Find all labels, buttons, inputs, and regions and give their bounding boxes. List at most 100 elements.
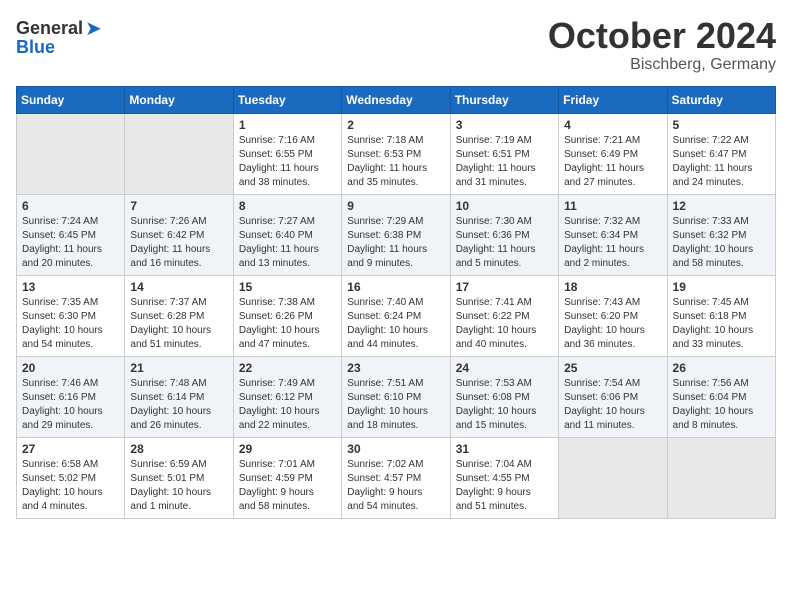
day-number: 17: [456, 280, 553, 294]
day-info: Sunrise: 7:18 AM Sunset: 6:53 PM Dayligh…: [347, 134, 444, 190]
calendar-cell: 22 Sunrise: 7:49 AM Sunset: 6:12 PM Dayli…: [233, 356, 341, 437]
day-number: 22: [239, 361, 336, 375]
day-number: 9: [347, 199, 444, 213]
day-info: Sunrise: 7:46 AM Sunset: 6:16 PM Dayligh…: [22, 377, 119, 433]
calendar-cell: 29 Sunrise: 7:01 AM Sunset: 4:59 PM Dayli…: [233, 437, 341, 518]
calendar-cell: 16 Sunrise: 7:40 AM Sunset: 6:24 PM Dayli…: [342, 275, 450, 356]
day-info: Sunrise: 7:45 AM Sunset: 6:18 PM Dayligh…: [673, 296, 770, 352]
calendar-week-row: 6 Sunrise: 7:24 AM Sunset: 6:45 PM Daylig…: [17, 194, 776, 275]
calendar-cell: 20 Sunrise: 7:46 AM Sunset: 6:16 PM Dayli…: [17, 356, 125, 437]
calendar-cell: 13 Sunrise: 7:35 AM Sunset: 6:30 PM Dayli…: [17, 275, 125, 356]
calendar-cell: 11Sunrise: 7:32 AM Sunset: 6:34 PM Dayli…: [559, 194, 667, 275]
day-number: 18: [564, 280, 661, 294]
calendar-cell: 15Sunrise: 7:38 AM Sunset: 6:26 PM Dayli…: [233, 275, 341, 356]
month-title: October 2024: [548, 16, 776, 56]
calendar-header-row: SundayMondayTuesdayWednesdayThursdayFrid…: [17, 86, 776, 113]
calendar-cell: [17, 113, 125, 194]
day-info: Sunrise: 7:35 AM Sunset: 6:30 PM Dayligh…: [22, 296, 119, 352]
day-info: Sunrise: 7:27 AM Sunset: 6:40 PM Dayligh…: [239, 215, 336, 271]
day-info: Sunrise: 7:02 AM Sunset: 4:57 PM Dayligh…: [347, 458, 444, 514]
day-number: 31: [456, 442, 553, 456]
day-number: 13: [22, 280, 119, 294]
day-number: 3: [456, 118, 553, 132]
day-number: 27: [22, 442, 119, 456]
weekday-header: Monday: [125, 86, 233, 113]
calendar-cell: 31 Sunrise: 7:04 AM Sunset: 4:55 PM Dayli…: [450, 437, 558, 518]
calendar-cell: 5Sunrise: 7:22 AM Sunset: 6:47 PM Daylig…: [667, 113, 775, 194]
day-info: Sunrise: 7:16 AM Sunset: 6:55 PM Dayligh…: [239, 134, 336, 190]
day-number: 25: [564, 361, 661, 375]
day-number: 30: [347, 442, 444, 456]
calendar-cell: 1Sunrise: 7:16 AM Sunset: 6:55 PM Daylig…: [233, 113, 341, 194]
weekday-header: Friday: [559, 86, 667, 113]
day-number: 16: [347, 280, 444, 294]
calendar-cell: 7Sunrise: 7:26 AM Sunset: 6:42 PM Daylig…: [125, 194, 233, 275]
logo-general: General: [16, 18, 83, 39]
day-number: 29: [239, 442, 336, 456]
calendar-cell: [125, 113, 233, 194]
day-info: Sunrise: 7:29 AM Sunset: 6:38 PM Dayligh…: [347, 215, 444, 271]
calendar-cell: 26Sunrise: 7:56 AM Sunset: 6:04 PM Dayli…: [667, 356, 775, 437]
day-info: Sunrise: 7:40 AM Sunset: 6:24 PM Dayligh…: [347, 296, 444, 352]
calendar-cell: 24 Sunrise: 7:53 AM Sunset: 6:08 PM Dayli…: [450, 356, 558, 437]
location: Bischberg, Germany: [548, 56, 776, 74]
day-info: Sunrise: 7:30 AM Sunset: 6:36 PM Dayligh…: [456, 215, 553, 271]
calendar-cell: 18 Sunrise: 7:43 AM Sunset: 6:20 PM Dayli…: [559, 275, 667, 356]
calendar-cell: 23 Sunrise: 7:51 AM Sunset: 6:10 PM Dayli…: [342, 356, 450, 437]
day-number: 8: [239, 199, 336, 213]
day-number: 7: [130, 199, 227, 213]
calendar-cell: [667, 437, 775, 518]
calendar-cell: 10 Sunrise: 7:30 AM Sunset: 6:36 PM Dayli…: [450, 194, 558, 275]
day-number: 23: [347, 361, 444, 375]
day-info: Sunrise: 7:32 AM Sunset: 6:34 PM Dayligh…: [564, 215, 661, 271]
day-info: Sunrise: 7:33 AM Sunset: 6:32 PM Dayligh…: [673, 215, 770, 271]
day-number: 14: [130, 280, 227, 294]
day-number: 2: [347, 118, 444, 132]
day-info: Sunrise: 7:24 AM Sunset: 6:45 PM Dayligh…: [22, 215, 119, 271]
calendar-cell: 4 Sunrise: 7:21 AM Sunset: 6:49 PM Daylig…: [559, 113, 667, 194]
logo-blue: Blue: [16, 37, 55, 58]
calendar-cell: [559, 437, 667, 518]
weekday-header: Thursday: [450, 86, 558, 113]
day-info: Sunrise: 6:58 AM Sunset: 5:02 PM Dayligh…: [22, 458, 119, 514]
day-info: Sunrise: 7:48 AM Sunset: 6:14 PM Dayligh…: [130, 377, 227, 433]
calendar-table: SundayMondayTuesdayWednesdayThursdayFrid…: [16, 86, 776, 519]
day-info: Sunrise: 7:41 AM Sunset: 6:22 PM Dayligh…: [456, 296, 553, 352]
day-number: 6: [22, 199, 119, 213]
day-info: Sunrise: 6:59 AM Sunset: 5:01 PM Dayligh…: [130, 458, 227, 514]
day-number: 21: [130, 361, 227, 375]
calendar-week-row: 13 Sunrise: 7:35 AM Sunset: 6:30 PM Dayli…: [17, 275, 776, 356]
day-number: 5: [673, 118, 770, 132]
calendar-cell: 25 Sunrise: 7:54 AM Sunset: 6:06 PM Dayli…: [559, 356, 667, 437]
weekday-header: Wednesday: [342, 86, 450, 113]
calendar-cell: 30 Sunrise: 7:02 AM Sunset: 4:57 PM Dayli…: [342, 437, 450, 518]
day-number: 28: [130, 442, 227, 456]
day-number: 10: [456, 199, 553, 213]
day-info: Sunrise: 7:54 AM Sunset: 6:06 PM Dayligh…: [564, 377, 661, 433]
calendar-cell: 2 Sunrise: 7:18 AM Sunset: 6:53 PM Daylig…: [342, 113, 450, 194]
day-info: Sunrise: 7:04 AM Sunset: 4:55 PM Dayligh…: [456, 458, 553, 514]
page-header: General ➤ Blue October 2024 Bischberg, G…: [16, 16, 776, 74]
calendar-cell: 3Sunrise: 7:19 AM Sunset: 6:51 PM Daylig…: [450, 113, 558, 194]
calendar-cell: 27 Sunrise: 6:58 AM Sunset: 5:02 PM Dayli…: [17, 437, 125, 518]
calendar-cell: 21 Sunrise: 7:48 AM Sunset: 6:14 PM Dayli…: [125, 356, 233, 437]
day-number: 20: [22, 361, 119, 375]
logo: General ➤ Blue: [16, 16, 102, 58]
day-info: Sunrise: 7:37 AM Sunset: 6:28 PM Dayligh…: [130, 296, 227, 352]
logo-bird-icon: ➤: [85, 16, 102, 41]
calendar-cell: 17 Sunrise: 7:41 AM Sunset: 6:22 PM Dayli…: [450, 275, 558, 356]
day-info: Sunrise: 7:51 AM Sunset: 6:10 PM Dayligh…: [347, 377, 444, 433]
day-info: Sunrise: 7:21 AM Sunset: 6:49 PM Dayligh…: [564, 134, 661, 190]
day-info: Sunrise: 7:01 AM Sunset: 4:59 PM Dayligh…: [239, 458, 336, 514]
day-info: Sunrise: 7:43 AM Sunset: 6:20 PM Dayligh…: [564, 296, 661, 352]
calendar-week-row: 27 Sunrise: 6:58 AM Sunset: 5:02 PM Dayli…: [17, 437, 776, 518]
calendar-week-row: 1Sunrise: 7:16 AM Sunset: 6:55 PM Daylig…: [17, 113, 776, 194]
weekday-header: Sunday: [17, 86, 125, 113]
calendar-cell: 19Sunrise: 7:45 AM Sunset: 6:18 PM Dayli…: [667, 275, 775, 356]
day-number: 24: [456, 361, 553, 375]
day-number: 4: [564, 118, 661, 132]
day-info: Sunrise: 7:49 AM Sunset: 6:12 PM Dayligh…: [239, 377, 336, 433]
day-info: Sunrise: 7:53 AM Sunset: 6:08 PM Dayligh…: [456, 377, 553, 433]
calendar-week-row: 20 Sunrise: 7:46 AM Sunset: 6:16 PM Dayli…: [17, 356, 776, 437]
day-number: 12: [673, 199, 770, 213]
